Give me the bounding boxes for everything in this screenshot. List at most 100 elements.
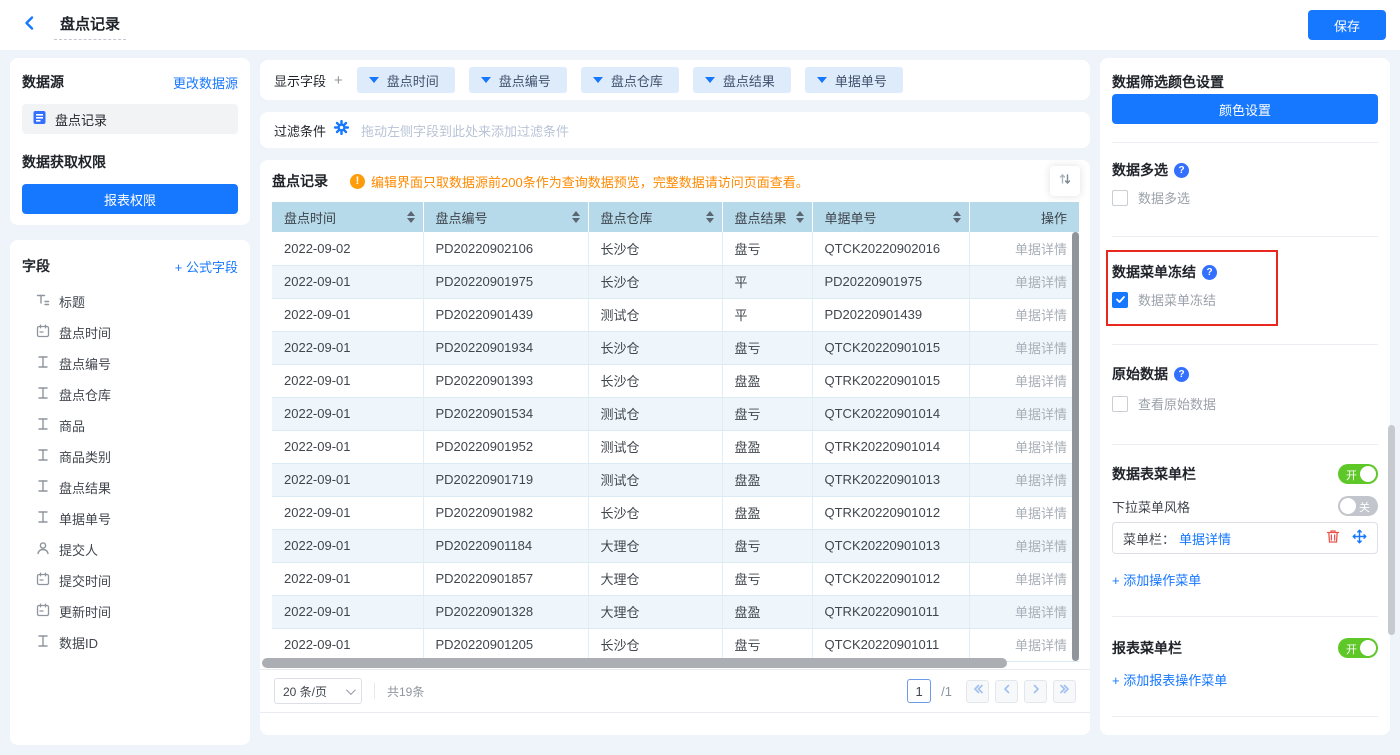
display-field-chip[interactable]: 盘点结果: [693, 67, 791, 93]
display-field-chip[interactable]: 单据单号: [805, 67, 903, 93]
chevron-down-icon: [481, 77, 491, 83]
menu-freeze-checkbox[interactable]: [1112, 292, 1128, 308]
current-page-input[interactable]: 1: [907, 679, 931, 703]
raw-data-checkbox[interactable]: [1112, 396, 1128, 412]
text-field-icon: [36, 355, 50, 372]
report-permission-button[interactable]: 报表权限: [22, 184, 238, 214]
field-item[interactable]: 更新时间: [22, 596, 238, 627]
add-report-action-menu-link[interactable]: + 添加报表操作菜单: [1112, 670, 1378, 689]
report-menubar-title: 报表菜单栏: [1112, 638, 1182, 658]
display-field-chip[interactable]: 盘点编号: [469, 67, 567, 93]
table-body: 2022-09-02PD20220902106长沙仓盘亏QTCK20220902…: [272, 232, 1079, 661]
table-vertical-scrollbar[interactable]: [1072, 232, 1079, 661]
field-item[interactable]: 标题: [22, 286, 238, 317]
field-item[interactable]: 商品类别: [22, 441, 238, 472]
sort-carets-icon[interactable]: [796, 211, 804, 223]
field-item[interactable]: 数据ID: [22, 627, 238, 658]
menubar-item-value[interactable]: 单据详情: [1179, 529, 1231, 548]
field-item[interactable]: 盘点时间: [22, 317, 238, 348]
filter-drop-placeholder[interactable]: 拖动左侧字段到此处来添加过滤条件: [361, 121, 569, 140]
field-item[interactable]: 盘点结果: [22, 472, 238, 503]
page-size-select[interactable]: 20 条/页: [274, 678, 362, 704]
datasource-section-title: 数据源: [22, 72, 64, 92]
row-action-link[interactable]: 单据详情: [969, 496, 1079, 529]
help-question-icon[interactable]: ?: [1174, 367, 1189, 382]
menu-freeze-checkbox-row[interactable]: 数据菜单冻结: [1112, 290, 1378, 309]
table-cell: 测试仓: [588, 430, 722, 463]
field-item[interactable]: 提交时间: [22, 565, 238, 596]
raw-data-checkbox-row[interactable]: 查看原始数据: [1112, 394, 1378, 413]
text-field-icon: [36, 386, 50, 403]
table-cell: 盘盈: [722, 364, 812, 397]
filter-bar: 过滤条件 拖动左侧字段到此处来添加过滤条件: [260, 112, 1090, 148]
row-action-link[interactable]: 单据详情: [969, 430, 1079, 463]
help-question-icon[interactable]: ?: [1202, 265, 1217, 280]
table-cell: PD20220901439: [423, 298, 588, 331]
column-header-label: 盘点仓库: [601, 211, 653, 226]
color-settings-button[interactable]: 颜色设置: [1112, 94, 1378, 124]
field-item[interactable]: 盘点编号: [22, 348, 238, 379]
settings-panel-scrollbar[interactable]: [1388, 425, 1395, 635]
help-question-icon[interactable]: ?: [1174, 163, 1189, 178]
move-handle-icon[interactable]: [1352, 529, 1367, 547]
display-field-chip[interactable]: 盘点仓库: [581, 67, 679, 93]
field-item[interactable]: 盘点仓库: [22, 379, 238, 410]
row-action-link[interactable]: 单据详情: [969, 232, 1079, 265]
first-page-button[interactable]: [966, 680, 989, 703]
add-formula-field-link[interactable]: + 公式字段: [175, 257, 238, 276]
date-field-icon: [36, 324, 50, 341]
sort-carets-icon[interactable]: [407, 211, 415, 223]
row-action-link[interactable]: 单据详情: [969, 628, 1079, 661]
multi-select-checkbox-row[interactable]: 数据多选: [1112, 188, 1378, 207]
multi-select-checkbox[interactable]: [1112, 190, 1128, 206]
table-cell: 长沙仓: [588, 232, 722, 265]
row-action-link[interactable]: 单据详情: [969, 463, 1079, 496]
trash-icon[interactable]: [1326, 529, 1340, 547]
field-item[interactable]: 商品: [22, 410, 238, 441]
add-display-field-button[interactable]: +: [334, 72, 343, 89]
report-menubar-toggle[interactable]: 开: [1338, 638, 1378, 658]
field-item-label: 商品: [59, 416, 85, 435]
display-field-chip[interactable]: 盘点时间: [357, 67, 455, 93]
last-page-button[interactable]: [1053, 680, 1076, 703]
sort-carets-icon[interactable]: [572, 211, 580, 223]
table-cell: 盘亏: [722, 397, 812, 430]
display-field-chip-label: 盘点仓库: [611, 71, 663, 90]
prev-page-button[interactable]: [995, 680, 1018, 703]
row-action-link[interactable]: 单据详情: [969, 298, 1079, 331]
table-row: 2022-09-01PD20220901439测试仓平PD20220901439…: [272, 298, 1079, 331]
display-fields-bar: 显示字段 + 盘点时间盘点编号盘点仓库盘点结果单据单号: [260, 60, 1090, 100]
table-menubar-toggle[interactable]: 开: [1338, 464, 1378, 484]
page-size-value: 20 条/页: [283, 683, 327, 700]
row-action-link[interactable]: 单据详情: [969, 331, 1079, 364]
change-datasource-link[interactable]: 更改数据源: [173, 73, 238, 92]
table-cell: 长沙仓: [588, 628, 722, 661]
row-action-link[interactable]: 单据详情: [969, 529, 1079, 562]
back-button[interactable]: [16, 11, 44, 39]
field-item-label: 盘点编号: [59, 354, 111, 373]
dropdown-style-toggle[interactable]: 关: [1338, 496, 1378, 516]
menubar-item[interactable]: 菜单栏： 单据详情: [1112, 522, 1378, 554]
field-item[interactable]: 提交人: [22, 534, 238, 565]
field-item-label: 提交时间: [59, 571, 111, 590]
row-action-link[interactable]: 单据详情: [969, 364, 1079, 397]
save-button[interactable]: 保存: [1308, 10, 1386, 40]
fields-panel: 字段 + 公式字段 标题盘点时间盘点编号盘点仓库商品商品类别盘点结果单据单号提交…: [10, 240, 250, 745]
row-action-link[interactable]: 单据详情: [969, 265, 1079, 298]
row-action-link[interactable]: 单据详情: [969, 397, 1079, 430]
row-action-link[interactable]: 单据详情: [969, 562, 1079, 595]
chevron-left-icon: [22, 15, 38, 36]
row-action-link[interactable]: 单据详情: [969, 595, 1079, 628]
gear-icon[interactable]: [334, 120, 349, 140]
table-cell: 盘盈: [722, 496, 812, 529]
field-item[interactable]: 单据单号: [22, 503, 238, 534]
table-cell: PD20220901205: [423, 628, 588, 661]
next-page-button[interactable]: [1024, 680, 1047, 703]
datasource-item[interactable]: 盘点记录: [22, 104, 238, 134]
sort-carets-icon[interactable]: [706, 211, 714, 223]
sort-order-button[interactable]: [1050, 166, 1080, 196]
add-action-menu-link[interactable]: + 添加操作菜单: [1112, 570, 1378, 589]
column-header-label: 盘点时间: [284, 211, 336, 226]
table-horizontal-scrollbar[interactable]: [262, 658, 1007, 668]
sort-carets-icon[interactable]: [953, 211, 961, 223]
